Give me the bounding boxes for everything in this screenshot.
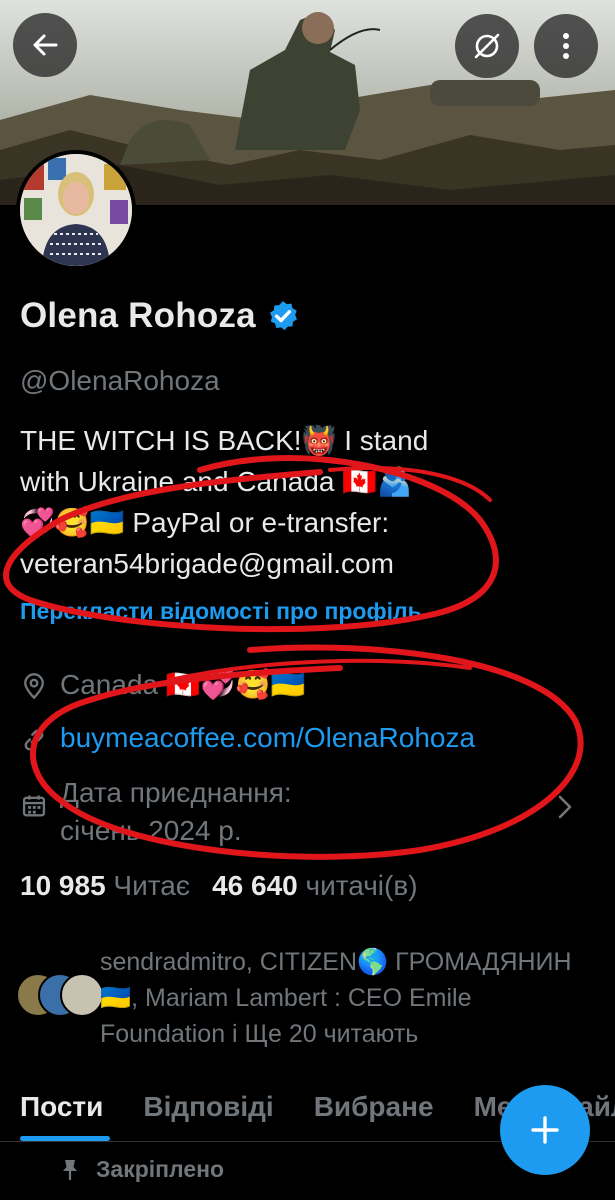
more-button[interactable] bbox=[534, 14, 598, 78]
avatar-photo bbox=[20, 154, 132, 266]
followers-count: 46 640 bbox=[212, 870, 298, 901]
website-link[interactable]: buymeacoffee.com/OlenaRohoza bbox=[60, 722, 475, 754]
profile-website: buymeacoffee.com/OlenaRohoza bbox=[20, 722, 475, 754]
compose-button[interactable] bbox=[500, 1085, 590, 1175]
tab-highlights[interactable]: Вибране bbox=[314, 1085, 434, 1141]
location-text: Canada 🇨🇦💞🥰🇺🇦 bbox=[60, 669, 306, 700]
plus-icon bbox=[531, 1116, 559, 1144]
tab-label: Пости bbox=[20, 1091, 104, 1122]
profile-bio: THE WITCH IS BACK!👹 I stand with Ukraine… bbox=[20, 425, 429, 579]
link-icon bbox=[24, 729, 44, 751]
more-vertical-icon bbox=[563, 33, 569, 59]
location-pin-icon bbox=[24, 673, 44, 700]
translate-profile-link[interactable]: Перекласти відомості про профіль bbox=[20, 598, 422, 625]
arrow-left-icon bbox=[33, 34, 58, 56]
tab-replies[interactable]: Відповіді bbox=[143, 1085, 273, 1141]
pin-icon bbox=[63, 1159, 77, 1180]
following-stat[interactable]: 10 985 Читає bbox=[20, 870, 190, 902]
grok-icon bbox=[474, 33, 500, 59]
chevron-right-icon[interactable] bbox=[554, 793, 576, 821]
tab-posts[interactable]: Пости bbox=[20, 1085, 110, 1141]
tab-label: Відповіді bbox=[143, 1091, 274, 1122]
followed-by-text[interactable]: sendradmitro, CITIZEN🌎 ГРОМАДЯНИН🇺🇦, Mar… bbox=[100, 944, 600, 1052]
back-button[interactable] bbox=[13, 13, 77, 77]
calendar-icon bbox=[22, 795, 46, 817]
following-label: Читає bbox=[113, 870, 191, 901]
pinned-indicator: Закріплено bbox=[60, 1156, 224, 1183]
avatar[interactable] bbox=[16, 150, 136, 270]
profile-name: Olena Rohoza bbox=[20, 296, 256, 335]
profile-location: Canada 🇨🇦💞🥰🇺🇦 bbox=[20, 668, 305, 701]
pinned-label: Закріплено bbox=[96, 1156, 225, 1182]
followers-stat[interactable]: 46 640 читачі(в) bbox=[212, 870, 417, 902]
grok-button[interactable] bbox=[455, 14, 519, 78]
following-count: 10 985 bbox=[20, 870, 106, 901]
profile-stats: 10 985 Читає 46 640 читачі(в) bbox=[20, 870, 418, 902]
verified-badge-icon[interactable] bbox=[266, 299, 300, 333]
followers-label: читачі(в) bbox=[305, 870, 418, 901]
avatar bbox=[60, 973, 104, 1017]
profile-handle: @OlenaRohoza bbox=[20, 365, 220, 396]
profile-joined: Дата приєднання: січень 2024 р. bbox=[20, 774, 540, 850]
followed-by-avatars[interactable] bbox=[16, 973, 104, 1019]
profile-name-row: Olena Rohoza bbox=[20, 296, 300, 336]
tab-label: Вибране bbox=[313, 1091, 434, 1122]
joined-text: Дата приєднання: січень 2024 р. bbox=[60, 777, 292, 846]
